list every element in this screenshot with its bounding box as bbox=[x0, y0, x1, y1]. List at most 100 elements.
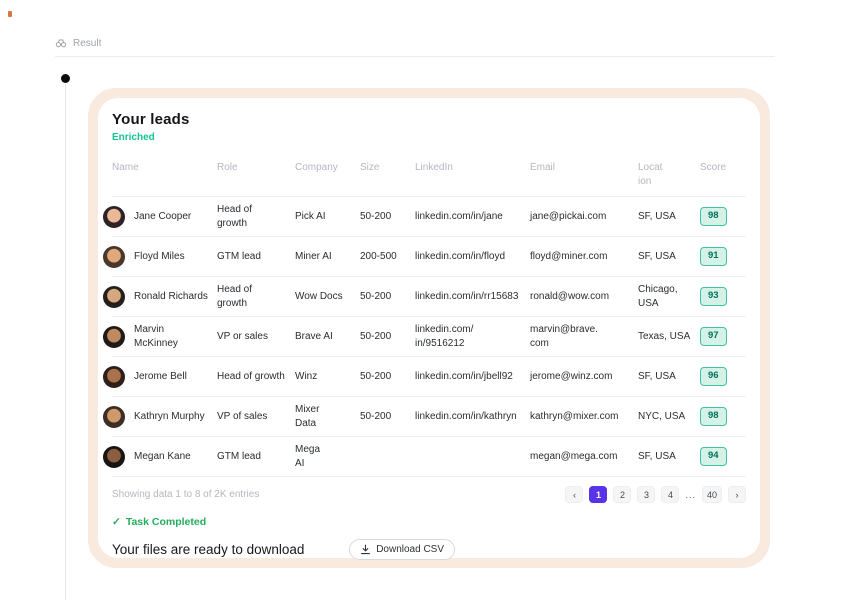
pagination-bar: Showing data 1 to 8 of 2K entries ‹ 1 2 … bbox=[112, 486, 746, 503]
lead-size: 50-200 bbox=[360, 210, 415, 224]
lead-location: NYC, USA bbox=[638, 410, 700, 424]
leads-panel: Your leads Enriched Name Role Company Si… bbox=[98, 98, 760, 558]
page-button-40[interactable]: 40 bbox=[702, 486, 722, 503]
lead-linkedin[interactable]: linkedin.com/ in/9516212 bbox=[415, 323, 530, 350]
lead-name: Floyd Miles bbox=[134, 250, 185, 264]
lead-company: Mega AI bbox=[295, 443, 360, 470]
header-name: Name bbox=[112, 161, 217, 175]
lead-company: Pick AI bbox=[295, 210, 360, 224]
lead-role: VP of sales bbox=[217, 410, 295, 424]
table-row: Megan Kane GTM lead Mega AI megan@mega.c… bbox=[112, 437, 746, 477]
score-badge: 94 bbox=[700, 447, 727, 466]
avatar bbox=[103, 406, 125, 428]
lead-email[interactable]: megan@mega.com bbox=[530, 450, 638, 464]
table-row: Marvin McKinney VP or sales Brave AI 50-… bbox=[112, 317, 746, 357]
task-status: ✓ Task Completed bbox=[112, 516, 746, 528]
lead-role: Head of growth bbox=[217, 203, 295, 230]
lead-size: 200-500 bbox=[360, 250, 415, 264]
pagination-ellipsis: ... bbox=[685, 490, 696, 500]
download-icon bbox=[360, 544, 371, 555]
lead-role: GTM lead bbox=[217, 250, 295, 264]
ready-text: Your files are ready to download bbox=[112, 542, 304, 557]
lead-location: SF, USA bbox=[638, 250, 700, 264]
header-company: Company bbox=[295, 161, 360, 175]
score-badge: 91 bbox=[700, 247, 727, 266]
result-toolbar: Result bbox=[55, 37, 775, 57]
lead-name: Jerome Bell bbox=[134, 370, 187, 384]
table-header-row: Name Role Company Size LinkedIn Email Lo… bbox=[112, 155, 746, 197]
lead-email[interactable]: jane@pickai.com bbox=[530, 210, 638, 224]
header-email: Email bbox=[530, 161, 638, 175]
lead-role: VP or sales bbox=[217, 330, 295, 344]
avatar bbox=[103, 446, 125, 468]
pager: ‹ 1 2 3 4 ... 40 › bbox=[565, 486, 746, 503]
lead-email[interactable]: ronald@wow.com bbox=[530, 290, 638, 304]
lead-company: Miner AI bbox=[295, 250, 360, 264]
avatar bbox=[103, 246, 125, 268]
result-card: Your leads Enriched Name Role Company Si… bbox=[88, 88, 770, 568]
task-status-label: Task Completed bbox=[126, 516, 206, 528]
lead-linkedin[interactable]: linkedin.com/in/rr15683 bbox=[415, 290, 530, 304]
page-button-2[interactable]: 2 bbox=[613, 486, 631, 503]
avatar bbox=[103, 326, 125, 348]
lead-company: Brave AI bbox=[295, 330, 360, 344]
lead-size: 50-200 bbox=[360, 410, 415, 424]
avatar bbox=[103, 206, 125, 228]
leads-table: Name Role Company Size LinkedIn Email Lo… bbox=[112, 155, 746, 477]
page-button-4[interactable]: 4 bbox=[661, 486, 679, 503]
lead-location: SF, USA bbox=[638, 450, 700, 464]
header-size: Size bbox=[360, 161, 415, 175]
page-corner-mark bbox=[8, 11, 12, 17]
lead-email[interactable]: marvin@brave. com bbox=[530, 323, 638, 350]
lead-name: Kathryn Murphy bbox=[134, 410, 205, 424]
lead-location: Texas, USA bbox=[638, 330, 700, 344]
download-csv-button[interactable]: Download CSV bbox=[349, 539, 455, 560]
lead-linkedin[interactable]: linkedin.com/in/floyd bbox=[415, 250, 530, 264]
page-title: Your leads bbox=[112, 111, 746, 128]
score-badge: 98 bbox=[700, 407, 727, 426]
lead-linkedin[interactable]: linkedin.com/in/kathryn bbox=[415, 410, 530, 424]
table-row: Kathryn Murphy VP of sales Mixer Data 50… bbox=[112, 397, 746, 437]
table-row: Ronald Richards Head of growth Wow Docs … bbox=[112, 277, 746, 317]
page-button-3[interactable]: 3 bbox=[637, 486, 655, 503]
result-label: Result bbox=[73, 38, 101, 49]
avatar bbox=[103, 286, 125, 308]
download-section: Your files are ready to download Downloa… bbox=[112, 539, 746, 560]
next-page-button[interactable]: › bbox=[728, 486, 746, 503]
score-badge: 96 bbox=[700, 367, 727, 386]
lead-name: Marvin McKinney bbox=[134, 323, 209, 350]
lead-email[interactable]: floyd@miner.com bbox=[530, 250, 638, 264]
prev-page-button[interactable]: ‹ bbox=[565, 486, 583, 503]
page-button-1[interactable]: 1 bbox=[589, 486, 607, 503]
lead-location: Chicago, USA bbox=[638, 283, 700, 310]
timeline-line bbox=[65, 84, 66, 600]
table-row: Jerome Bell Head of growth Winz 50-200 l… bbox=[112, 357, 746, 397]
lead-email[interactable]: kathryn@mixer.com bbox=[530, 410, 638, 424]
header-score: Score bbox=[700, 161, 746, 175]
lead-role: GTM lead bbox=[217, 450, 295, 464]
lead-name: Megan Kane bbox=[134, 450, 191, 464]
score-badge: 98 bbox=[700, 207, 727, 226]
check-icon: ✓ bbox=[112, 516, 121, 528]
lead-email[interactable]: jerome@winz.com bbox=[530, 370, 638, 384]
lead-size: 50-200 bbox=[360, 370, 415, 384]
score-badge: 97 bbox=[700, 327, 727, 346]
score-badge: 93 bbox=[700, 287, 727, 306]
lead-size: 50-200 bbox=[360, 290, 415, 304]
enriched-subtitle: Enriched bbox=[112, 132, 746, 143]
lead-company: Winz bbox=[295, 370, 360, 384]
pagination-summary: Showing data 1 to 8 of 2K entries bbox=[112, 489, 259, 500]
lead-name: Ronald Richards bbox=[134, 290, 208, 304]
table-row: Floyd Miles GTM lead Miner AI 200-500 li… bbox=[112, 237, 746, 277]
lead-size: 50-200 bbox=[360, 330, 415, 344]
lead-name: Jane Cooper bbox=[134, 210, 191, 224]
lead-role: Head of growth bbox=[217, 283, 295, 310]
lead-role: Head of growth bbox=[217, 370, 295, 384]
header-location: Locat ion bbox=[638, 161, 700, 188]
download-csv-label: Download CSV bbox=[376, 544, 444, 555]
lead-linkedin[interactable]: linkedin.com/in/jane bbox=[415, 210, 530, 224]
lead-location: SF, USA bbox=[638, 210, 700, 224]
binoculars-icon bbox=[55, 37, 67, 49]
lead-linkedin[interactable]: linkedin.com/in/jbell92 bbox=[415, 370, 530, 384]
lead-company: Wow Docs bbox=[295, 290, 360, 304]
